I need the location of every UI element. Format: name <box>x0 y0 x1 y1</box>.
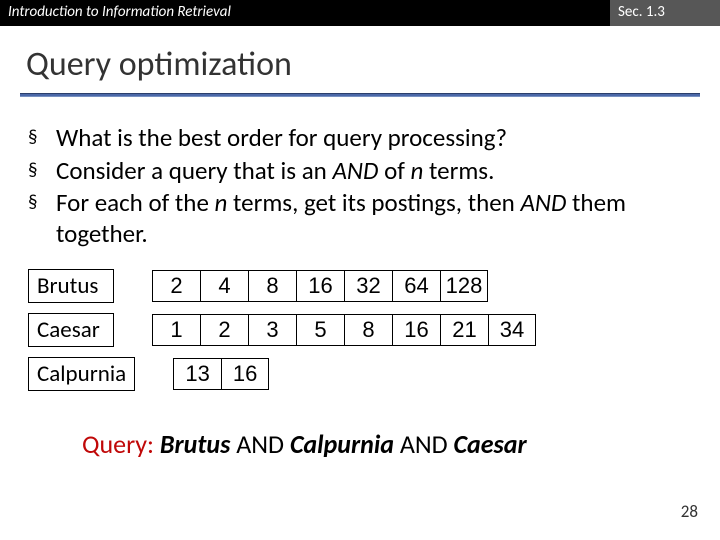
query-term: Brutus <box>160 428 230 460</box>
query-op: AND <box>236 428 284 460</box>
posting-cell: 16 <box>221 358 269 390</box>
bullet-mark: § <box>28 188 56 249</box>
bullet-mark: § <box>28 123 56 154</box>
bullet-text: For each of the n terms, get its posting… <box>56 188 692 249</box>
posting-cell: 8 <box>248 270 296 302</box>
posting-cell: 5 <box>296 314 344 346</box>
posting-cell: 16 <box>392 314 440 346</box>
slide-title: Query optimization <box>0 26 720 93</box>
postings-cells: 2 4 8 16 32 64 128 <box>152 270 488 302</box>
posting-cell: 16 <box>296 270 344 302</box>
posting-cell: 8 <box>344 314 392 346</box>
postings-row-brutus: Brutus 2 4 8 16 32 64 128 <box>28 269 488 303</box>
section-tag: Sec. 1.3 <box>610 0 720 26</box>
bullet-item: § What is the best order for query proce… <box>28 123 692 154</box>
posting-cell: 3 <box>248 314 296 346</box>
bullet-item: § Consider a query that is an AND of n t… <box>28 156 692 187</box>
posting-cell: 2 <box>152 270 200 302</box>
query-term: Caesar <box>454 428 527 460</box>
query-prefix: Query: <box>82 428 154 460</box>
header-bar: Introduction to Information Retrieval Se… <box>0 0 720 26</box>
query-line: Query: Brutus AND Calpurnia AND Caesar <box>28 419 692 461</box>
posting-cell: 1 <box>152 314 200 346</box>
posting-cell: 32 <box>344 270 392 302</box>
course-title: Introduction to Information Retrieval <box>0 0 610 26</box>
posting-cell: 64 <box>392 270 440 302</box>
slide-body: § What is the best order for query proce… <box>0 97 720 461</box>
postings-row-calpurnia: Calpurnia 13 16 <box>28 357 269 391</box>
bullet-mark: § <box>28 156 56 187</box>
query-term: Calpurnia <box>290 428 394 460</box>
posting-cell: 2 <box>200 314 248 346</box>
postings-cells: 1 2 3 5 8 16 21 34 <box>152 314 536 346</box>
posting-cell: 128 <box>440 270 488 302</box>
postings-diagram: Brutus 2 4 8 16 32 64 128 Caesar 1 2 <box>28 269 692 419</box>
query-op: AND <box>400 428 448 460</box>
term-label: Brutus <box>28 269 114 303</box>
bullet-item: § For each of the n terms, get its posti… <box>28 188 692 249</box>
posting-cell: 34 <box>488 314 536 346</box>
posting-cell: 21 <box>440 314 488 346</box>
term-label: Calpurnia <box>28 357 135 391</box>
postings-cells: 13 16 <box>173 358 269 390</box>
term-label: Caesar <box>28 313 114 347</box>
posting-cell: 4 <box>200 270 248 302</box>
bullet-text: Consider a query that is an AND of n ter… <box>56 156 692 187</box>
posting-cell: 13 <box>173 358 221 390</box>
page-number: 28 <box>681 501 698 522</box>
slide: Introduction to Information Retrieval Se… <box>0 0 720 540</box>
bullet-text: What is the best order for query process… <box>56 123 692 154</box>
postings-row-caesar: Caesar 1 2 3 5 8 16 21 34 <box>28 313 536 347</box>
